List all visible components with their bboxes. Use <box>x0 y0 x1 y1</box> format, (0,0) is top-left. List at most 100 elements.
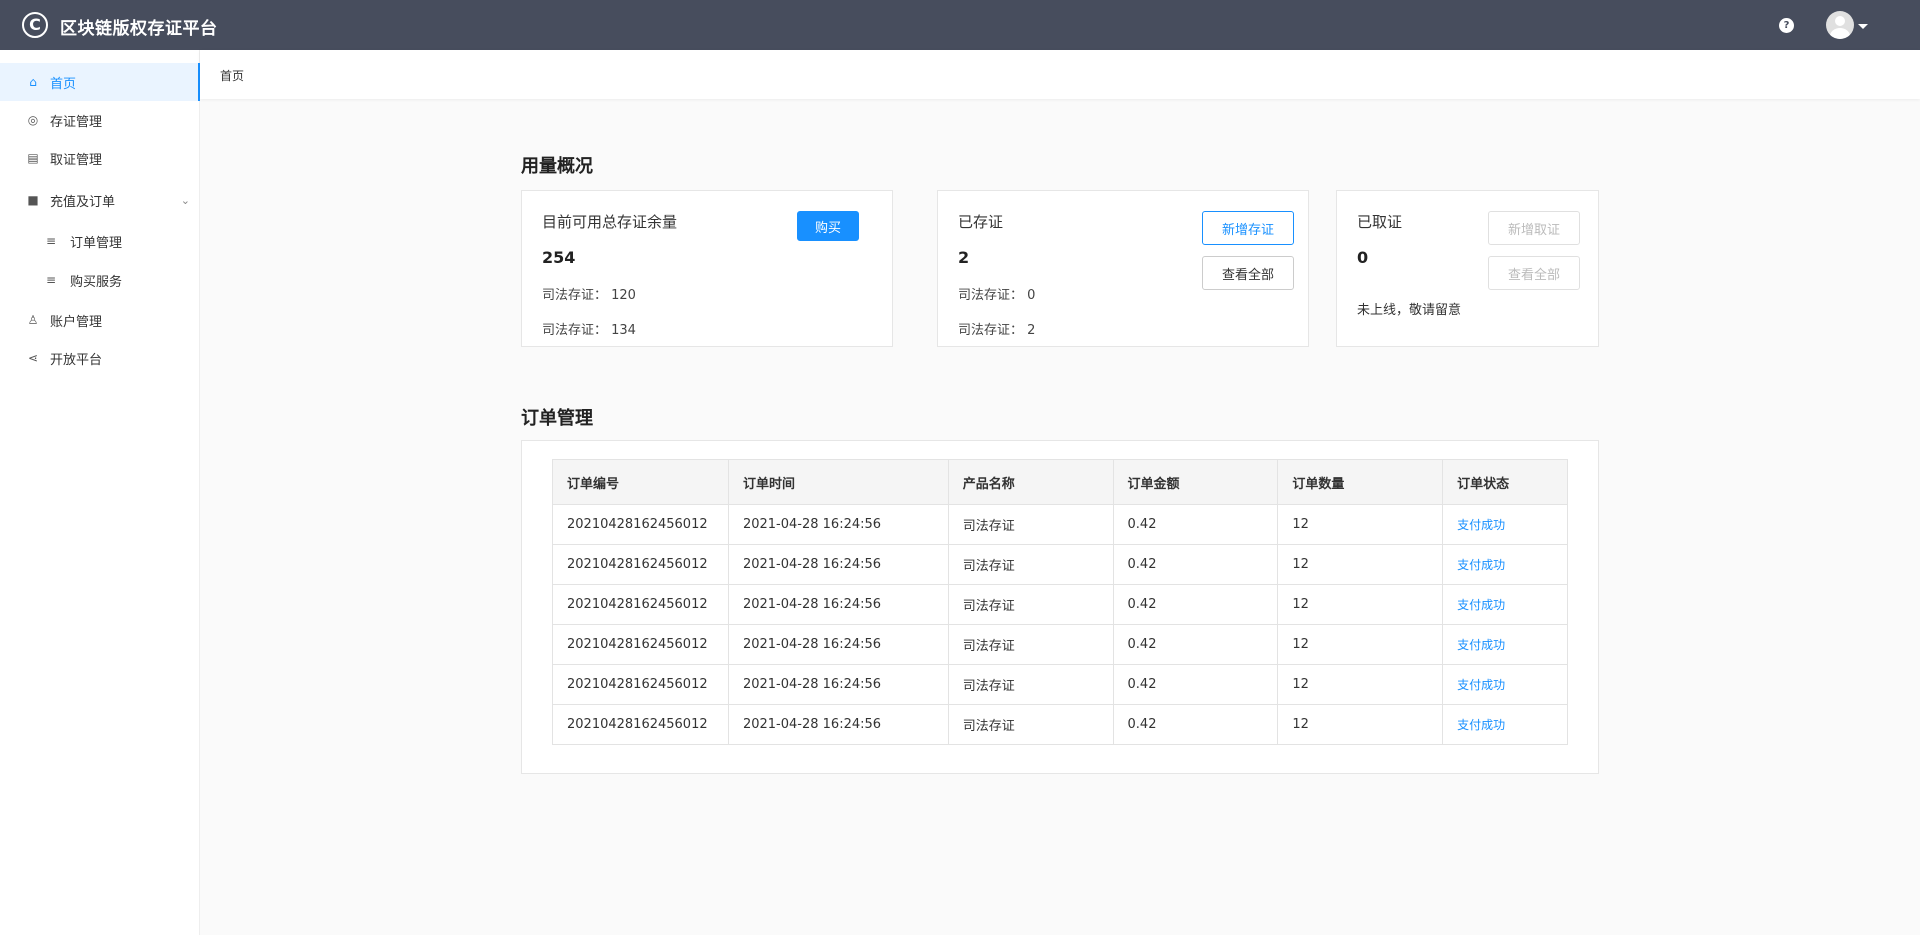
copyright-logo-icon: C <box>22 12 48 38</box>
view-all-evidence-button[interactable]: 查看全部 <box>1202 256 1294 290</box>
order-id-cell: 20210428162456012 <box>552 624 729 665</box>
order-time-cell: 2021-04-28 16:24:56 <box>727 504 949 545</box>
orders-table: 订单编号 订单时间 产品名称 订单金额 订单数量 订单状态 2021042816… <box>552 459 1568 745</box>
breadcrumb-bar: 首页 <box>200 50 1920 99</box>
order-status-cell: 支付成功 <box>1442 504 1568 545</box>
sidebar-item-home[interactable]: ⌂ 首页 <box>0 63 200 101</box>
column-header: 订单编号 <box>552 459 729 505</box>
coming-soon-notice: 未上线，敬请留意 <box>1357 303 1462 318</box>
product-name-cell: 司法存证 <box>947 544 1114 585</box>
usage-overview-title: 用量概况 <box>521 156 593 177</box>
buy-button[interactable]: 购买 <box>797 211 859 241</box>
sidebar-item-order-management[interactable]: ≡ 订单管理 <box>0 222 200 260</box>
sidebar-item-label: 充值及订单 <box>50 194 116 210</box>
order-quantity-cell: 12 <box>1277 544 1444 585</box>
order-amount-cell: 0.42 <box>1112 504 1279 545</box>
sidebar-item-label: 存证管理 <box>50 114 103 130</box>
stored-count: 2 <box>958 248 970 267</box>
table-header-row: 订单编号 订单时间 产品名称 订单金额 订单数量 订单状态 <box>552 459 1568 505</box>
order-amount-cell: 0.42 <box>1112 544 1279 585</box>
order-amount-cell: 0.42 <box>1112 704 1279 745</box>
sidebar-item-label: 开放平台 <box>50 352 103 368</box>
briefcase-icon: ■ <box>27 193 39 207</box>
order-quantity-cell: 12 <box>1277 624 1444 665</box>
available-count: 254 <box>542 248 576 267</box>
card-title: 已存证 <box>958 213 1004 231</box>
order-quantity-cell: 12 <box>1277 584 1444 625</box>
list-icon: ≡ <box>45 234 57 248</box>
order-id-cell: 20210428162456012 <box>552 544 729 585</box>
card-title: 目前可用总存证余量 <box>542 213 678 231</box>
order-amount-cell: 0.42 <box>1112 584 1279 625</box>
list-icon: ≡ <box>45 273 57 287</box>
order-id-cell: 20210428162456012 <box>552 584 729 625</box>
judicial-evidence-line: 司法存证： 2 <box>958 323 1036 338</box>
share-icon: ⋖ <box>27 351 39 365</box>
order-time-cell: 2021-04-28 16:24:56 <box>727 704 949 745</box>
column-header: 订单时间 <box>727 459 949 505</box>
home-icon: ⌂ <box>29 75 37 89</box>
column-header: 产品名称 <box>947 459 1114 505</box>
order-id-cell: 20210428162456012 <box>552 504 729 545</box>
order-status-cell: 支付成功 <box>1442 584 1568 625</box>
sidebar-item-label: 账户管理 <box>50 314 103 330</box>
table-row: 20210428162456012 2021-04-28 16:24:56 司法… <box>552 544 1568 585</box>
table-row: 20210428162456012 2021-04-28 16:24:56 司法… <box>552 584 1568 625</box>
table-row: 20210428162456012 2021-04-28 16:24:56 司法… <box>552 624 1568 665</box>
column-header: 订单数量 <box>1277 459 1444 505</box>
order-time-cell: 2021-04-28 16:24:56 <box>727 544 949 585</box>
sidebar-item-label: 订单管理 <box>70 235 123 251</box>
sidebar-item-label: 取证管理 <box>50 152 103 168</box>
avatar[interactable] <box>1826 11 1854 39</box>
order-quantity-cell: 12 <box>1277 504 1444 545</box>
add-evidence-button[interactable]: 新增存证 <box>1202 211 1294 245</box>
stored-evidence-card: 已存证 新增存证 查看全部 2 司法存证： 0 司法存证： 2 <box>937 190 1309 347</box>
order-time-cell: 2021-04-28 16:24:56 <box>727 584 949 625</box>
table-row: 20210428162456012 2021-04-28 16:24:56 司法… <box>552 504 1568 545</box>
sidebar-item-retrieval-management[interactable]: ▤ 取证管理 <box>0 139 200 177</box>
product-name-cell: 司法存证 <box>947 664 1114 705</box>
product-name-cell: 司法存证 <box>947 584 1114 625</box>
sidebar-item-buy-service[interactable]: ≡ 购买服务 <box>0 261 200 299</box>
sidebar: ⌂ 首页 ◎ 存证管理 ▤ 取证管理 ■ 充值及订单 ⌄ ≡ 订单管理 ≡ 购买… <box>0 50 200 935</box>
app-title: 区块链版权存证平台 <box>60 19 218 39</box>
sidebar-item-recharge-orders[interactable]: ■ 充值及订单 ⌄ <box>0 181 200 219</box>
add-retrieval-button[interactable]: 新增取证 <box>1488 211 1580 245</box>
order-status-cell: 支付成功 <box>1442 664 1568 705</box>
sidebar-item-label: 购买服务 <box>70 274 123 290</box>
breadcrumb[interactable]: 首页 <box>220 67 244 84</box>
available-quota-card: 目前可用总存证余量 购买 254 司法存证： 120 司法存证： 134 <box>521 190 893 347</box>
table-row: 20210428162456012 2021-04-28 16:24:56 司法… <box>552 664 1568 705</box>
retrieved-evidence-card: 已取证 新增取证 查看全部 0 未上线，敬请留意 <box>1336 190 1599 347</box>
order-amount-cell: 0.42 <box>1112 664 1279 705</box>
product-name-cell: 司法存证 <box>947 624 1114 665</box>
order-id-cell: 20210428162456012 <box>552 664 729 705</box>
user-icon: ♙ <box>27 313 39 327</box>
product-name-cell: 司法存证 <box>947 704 1114 745</box>
orders-panel: 订单编号 订单时间 产品名称 订单金额 订单数量 订单状态 2021042816… <box>521 440 1599 774</box>
sidebar-item-account-management[interactable]: ♙ 账户管理 <box>0 301 200 339</box>
user-menu-chevron-down-icon[interactable] <box>1858 24 1868 29</box>
judicial-evidence-line: 司法存证： 134 <box>542 323 636 338</box>
help-icon[interactable]: ? <box>1779 18 1794 33</box>
order-id-cell: 20210428162456012 <box>552 704 729 745</box>
judicial-evidence-line: 司法存证： 120 <box>542 288 636 303</box>
order-status-cell: 支付成功 <box>1442 544 1568 585</box>
order-status-cell: 支付成功 <box>1442 624 1568 665</box>
chevron-down-icon[interactable]: ⌄ <box>181 194 190 207</box>
view-all-retrieval-button[interactable]: 查看全部 <box>1488 256 1580 290</box>
sidebar-item-evidence-management[interactable]: ◎ 存证管理 <box>0 101 200 139</box>
sidebar-item-open-platform[interactable]: ⋖ 开放平台 <box>0 339 200 377</box>
column-header: 订单金额 <box>1112 459 1279 505</box>
order-management-title: 订单管理 <box>521 408 593 429</box>
order-quantity-cell: 12 <box>1277 664 1444 705</box>
order-amount-cell: 0.42 <box>1112 624 1279 665</box>
order-status-cell: 支付成功 <box>1442 704 1568 745</box>
order-time-cell: 2021-04-28 16:24:56 <box>727 624 949 665</box>
order-quantity-cell: 12 <box>1277 704 1444 745</box>
table-row: 20210428162456012 2021-04-28 16:24:56 司法… <box>552 704 1568 745</box>
target-icon: ◎ <box>27 113 39 127</box>
column-header: 订单状态 <box>1442 459 1568 505</box>
card-title: 已取证 <box>1357 213 1403 231</box>
top-bar: C 区块链版权存证平台 ? <box>0 0 1920 50</box>
